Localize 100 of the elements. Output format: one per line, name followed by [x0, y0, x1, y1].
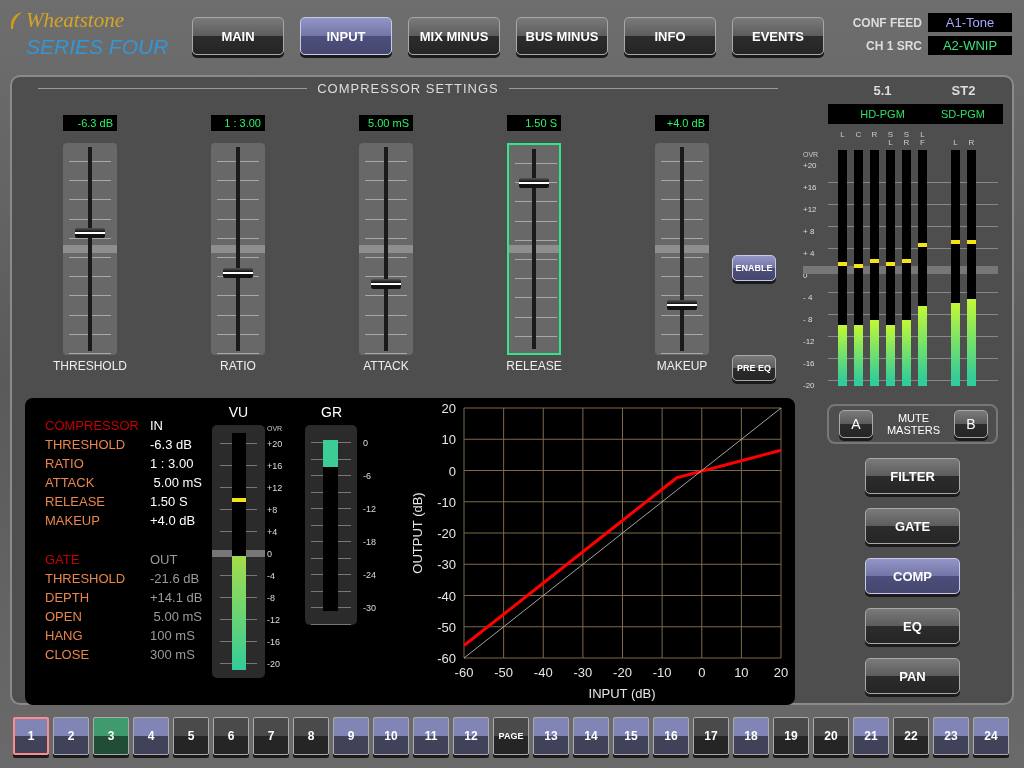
parameter-value: 300 mS	[150, 647, 195, 662]
toggle-button[interactable]: PRE EQ	[732, 355, 776, 381]
channel-button[interactable]: 23	[933, 717, 969, 755]
scale-label: - 8	[803, 314, 814, 326]
nav-tab[interactable]: INFO	[624, 17, 716, 55]
scale-label: +16	[803, 182, 818, 194]
scale-label: +12	[267, 482, 284, 495]
fader-track[interactable]	[211, 143, 265, 355]
mute-masters-label: MUTE MASTERS	[885, 411, 942, 437]
scale-label: + 8	[803, 226, 816, 238]
fader-handle[interactable]	[667, 300, 697, 311]
channel-button[interactable]: 7	[253, 717, 289, 755]
axis-tick-label: -30	[573, 665, 593, 680]
channel-button[interactable]: 6	[213, 717, 249, 755]
source-field[interactable]: A1-Tone	[928, 13, 1012, 32]
channel-button[interactable]: 8	[293, 717, 329, 755]
channel-button[interactable]: PAGE	[493, 717, 529, 755]
parameter-value: 1.50 S	[150, 494, 188, 509]
fader-track[interactable]	[655, 143, 709, 355]
parameter-label: HANG	[45, 628, 84, 643]
channel-button[interactable]: 4	[133, 717, 169, 755]
module-button[interactable]: GATE	[865, 508, 960, 544]
fader-track[interactable]	[359, 143, 413, 355]
parameter-label: CLOSE	[45, 647, 91, 662]
product-name: SERIES FOUR	[26, 35, 170, 59]
fader-handle[interactable]	[519, 178, 549, 189]
nav-tab[interactable]: MIX MINUS	[408, 17, 500, 55]
fader-reading: +4.0 dB	[655, 115, 709, 131]
scale-label: -16	[267, 636, 281, 649]
module-button[interactable]: EQ	[865, 608, 960, 644]
channel-button[interactable]: 21	[853, 717, 889, 755]
fader-handle[interactable]	[75, 228, 105, 239]
channel-button[interactable]: 16	[653, 717, 689, 755]
axis-tick-label: -30	[437, 557, 456, 573]
channel-letter: SR	[902, 131, 911, 147]
channel-button[interactable]: 13	[533, 717, 569, 755]
channel-button[interactable]: 9	[333, 717, 369, 755]
fader-reading: 1 : 3.00	[211, 115, 265, 131]
fader-handle[interactable]	[371, 278, 401, 289]
mute-button[interactable]: A	[839, 410, 873, 438]
channel-button[interactable]: 1	[13, 717, 49, 755]
channel-letter: C	[854, 131, 863, 141]
channel-button[interactable]: 19	[773, 717, 809, 755]
scale-label: -12	[267, 614, 281, 627]
mute-button[interactable]: B	[954, 410, 988, 438]
scale-label: -12	[363, 503, 376, 516]
channel-button[interactable]: 17	[693, 717, 729, 755]
parameter-value: -6.3 dB	[150, 437, 192, 452]
scale-label: +12	[803, 204, 818, 216]
axis-tick-label: -20	[613, 665, 632, 680]
channel-button[interactable]: 24	[973, 717, 1009, 755]
channel-button[interactable]: 5	[173, 717, 209, 755]
parameter-value: 1 : 3.00	[150, 456, 194, 471]
fader-track[interactable]	[63, 143, 117, 355]
module-button[interactable]: FILTER	[865, 458, 960, 494]
fader-reading: 1.50 S	[507, 115, 561, 131]
meter-source-label: SD-PGM	[941, 108, 985, 120]
nav-tab[interactable]: MAIN	[192, 17, 284, 55]
zero-mark-band	[211, 245, 265, 253]
channel-letter: SL	[886, 131, 895, 147]
channel-button[interactable]: 18	[733, 717, 769, 755]
source-value: A2-WNIP	[942, 38, 998, 53]
axis-tick-label: 10	[441, 432, 456, 448]
parameter-label: RELEASE	[45, 494, 106, 509]
nav-tab[interactable]: INPUT	[300, 17, 392, 55]
module-button[interactable]: PAN	[865, 658, 960, 694]
channel-button[interactable]: 10	[373, 717, 409, 755]
channel-button[interactable]: 14	[573, 717, 609, 755]
axis-tick-label: -50	[437, 619, 456, 635]
channel-letter: L	[839, 131, 846, 141]
channel-button[interactable]: 11	[413, 717, 449, 755]
section-status: OUT	[150, 552, 178, 567]
axis-tick-label: 10	[734, 665, 749, 680]
source-field[interactable]: A2-WNIP	[928, 36, 1012, 55]
fader-handle[interactable]	[223, 268, 253, 279]
channel-button[interactable]: 2	[53, 717, 89, 755]
nav-tab[interactable]: EVENTS	[732, 17, 824, 55]
channel-button[interactable]: 22	[893, 717, 929, 755]
module-button[interactable]: COMP	[865, 558, 960, 594]
scale-label: -6	[363, 470, 372, 483]
zero-mark-band	[655, 245, 709, 253]
scale-label: -12	[803, 336, 816, 348]
meter-title: GR	[320, 404, 343, 420]
fader-reading: 5.00 mS	[359, 115, 413, 131]
nav-tab[interactable]: BUS MINUS	[516, 17, 608, 55]
fader-label: RATIO	[220, 359, 256, 373]
scale-label: -20	[803, 380, 816, 392]
fader-track[interactable]	[507, 143, 561, 355]
channel-button[interactable]: 15	[613, 717, 649, 755]
y-axis-title: OUTPUT (dB)	[410, 492, 425, 574]
scale-label: -30	[363, 602, 376, 615]
zero-mark-band	[63, 245, 117, 253]
axis-tick-label: -10	[652, 665, 672, 680]
scale-label: -8	[267, 592, 276, 605]
toggle-button[interactable]: ENABLE	[732, 255, 776, 281]
section-name: GATE	[45, 552, 81, 567]
axis-tick-label: 20	[441, 401, 456, 416]
channel-button[interactable]: 20	[813, 717, 849, 755]
channel-button[interactable]: 12	[453, 717, 489, 755]
scale-label: 0	[363, 437, 369, 450]
